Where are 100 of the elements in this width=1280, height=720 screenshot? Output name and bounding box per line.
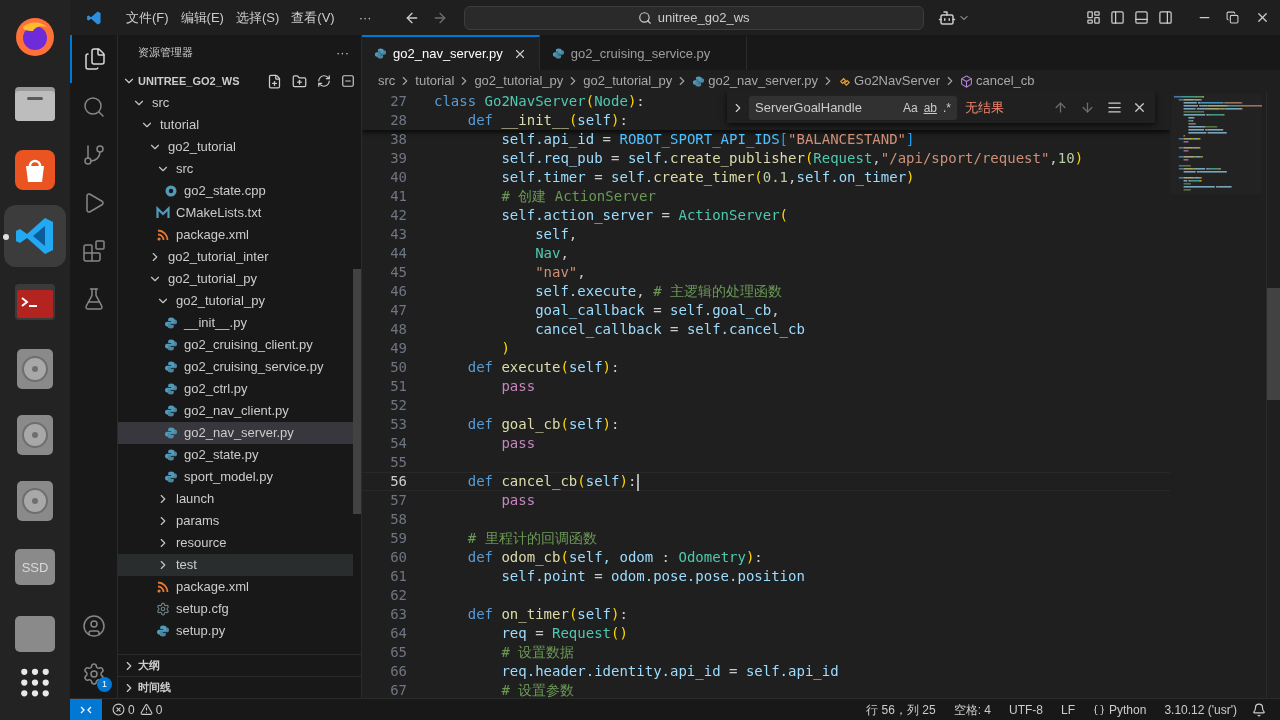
find-option[interactable]: .*	[940, 98, 954, 117]
menu-item[interactable]: 选择(S)	[229, 4, 286, 31]
more-menu[interactable]: ···	[352, 7, 378, 28]
tree-item[interactable]: sport_model.py	[118, 466, 353, 488]
panel-left-icon[interactable]	[1110, 10, 1125, 25]
tree-item[interactable]: setup.cfg	[118, 598, 353, 620]
previous-match-icon[interactable]	[1053, 100, 1068, 115]
find-input[interactable]: ServerGoalHandle Aa ab .*	[749, 95, 957, 120]
breadcrumb-item[interactable]: go2_tutorial_py	[583, 71, 673, 91]
tree-item[interactable]: __init__.py	[118, 312, 353, 334]
tree-item[interactable]: CMakeLists.txt	[118, 202, 353, 224]
tree-item[interactable]: package.xml	[118, 224, 353, 246]
breadcrumb-item[interactable]: go2_tutorial_py	[474, 71, 564, 91]
tree-item[interactable]: test	[118, 554, 353, 576]
apps-grid-icon[interactable]	[19, 666, 51, 698]
next-match-icon[interactable]	[1080, 100, 1095, 115]
scrollbar-thumb[interactable]	[1267, 288, 1280, 400]
command-center-search[interactable]: unitree_go2_ws	[463, 5, 924, 30]
find-option[interactable]: Aa	[899, 98, 921, 117]
rss-file-icon	[156, 580, 170, 594]
code-line: def execute(self):	[466, 358, 620, 377]
tree-item[interactable]: go2_cruising_service.py	[118, 356, 353, 378]
tree-item[interactable]: params	[118, 510, 353, 532]
status-item[interactable]: LF	[1061, 700, 1075, 719]
more-actions[interactable]: ···	[336, 42, 349, 63]
code-line: def __init__(self):	[466, 111, 628, 131]
tree-item[interactable]: go2_state.py	[118, 444, 353, 466]
tree-item[interactable]: resource	[118, 532, 353, 554]
workspace-header[interactable]: UNITREE_GO2_WS	[118, 70, 361, 92]
tree-item[interactable]: go2_tutorial_py	[118, 268, 353, 290]
warning-count[interactable]: 0	[155, 700, 163, 719]
breadcrumb-item[interactable]: Go2NavServer	[854, 71, 941, 91]
code-line: # 设置参数	[500, 681, 575, 698]
breadcrumb-item[interactable]: tutorial	[415, 71, 455, 91]
notifications-icon[interactable]	[1252, 702, 1266, 717]
close-icon[interactable]	[1255, 10, 1270, 25]
tree-item[interactable]: go2_tutorial_py	[118, 290, 353, 312]
python-file-icon	[164, 360, 178, 374]
panel-right-icon[interactable]	[1158, 10, 1173, 25]
status-item[interactable]: Python	[1109, 700, 1147, 719]
tree-item[interactable]: setup.py	[118, 620, 353, 642]
code-line: req = Request()	[500, 624, 628, 643]
python-file-icon	[374, 47, 387, 60]
code-line: # 创建 ActionServer	[500, 187, 656, 206]
tree-item[interactable]: package.xml	[118, 576, 353, 598]
breadcrumb-item[interactable]: src	[378, 71, 396, 91]
scrollbar-thumb[interactable]	[353, 269, 361, 514]
menu-item[interactable]: 文件(F)	[120, 4, 175, 31]
status-item[interactable]: 3.10.12 ('usr')	[1164, 700, 1237, 719]
breadcrumb-item[interactable]: go2_nav_server.py	[708, 71, 819, 91]
line-number: 58	[389, 510, 407, 529]
breadcrumb-item[interactable]: cancel_cb	[976, 71, 1035, 91]
tree-item[interactable]: go2_tutorial	[118, 136, 353, 158]
drive-icon[interactable]	[15, 615, 55, 652]
store-bag-icon[interactable]	[13, 147, 57, 192]
robot-icon[interactable]	[937, 8, 956, 27]
activity-button[interactable]: 1	[70, 650, 118, 698]
editor-tab[interactable]: go2_cruising_service.py	[539, 35, 748, 70]
restore-icon[interactable]	[1226, 11, 1239, 24]
gear-file-icon	[156, 602, 170, 616]
line-number: 56	[389, 472, 407, 491]
line-number: 43	[389, 225, 407, 244]
settings-icon	[82, 662, 106, 686]
warning-icon[interactable]	[139, 703, 153, 716]
line-number: 28	[389, 111, 407, 130]
close-icon[interactable]	[1132, 100, 1147, 115]
new-folder-icon[interactable]	[292, 73, 307, 89]
status-item[interactable]: UTF-8	[1009, 700, 1043, 719]
editor-tab[interactable]: go2_nav_server.py	[362, 35, 540, 70]
tree-item[interactable]: launch	[118, 488, 353, 510]
tree-item[interactable]: go2_cruising_client.py	[118, 334, 353, 356]
collapse-icon[interactable]	[341, 74, 355, 88]
menu-item[interactable]: 查看(V)	[285, 4, 341, 31]
menu-item[interactable]: 编辑(E)	[174, 4, 230, 31]
layout-icon[interactable]	[1086, 10, 1101, 25]
error-count[interactable]: 0	[128, 700, 135, 719]
tree-item[interactable]: src	[118, 158, 353, 180]
tree-item[interactable]: go2_ctrl.py	[118, 378, 353, 400]
tree-item[interactable]: go2_state.cpp	[118, 180, 353, 202]
status-item[interactable]: 空格: 4	[953, 700, 991, 719]
section-header[interactable]: 大纲	[118, 654, 361, 676]
tree-item[interactable]: src	[118, 92, 353, 114]
code-line: def goal_cb(self):	[466, 415, 620, 435]
find-in-selection-icon[interactable]	[1107, 100, 1122, 115]
tree-item[interactable]: go2_nav_client.py	[118, 400, 353, 422]
status-item[interactable]: 行 56，列 25	[866, 700, 936, 719]
tree-item[interactable]: go2_nav_server.py	[118, 422, 353, 444]
tree-item[interactable]: go2_tutorial_inter	[118, 246, 353, 268]
blocks-icon	[82, 239, 106, 263]
panel-bottom-icon[interactable]	[1134, 10, 1149, 25]
python-file-icon	[164, 382, 178, 396]
tree-item[interactable]: tutorial	[118, 114, 353, 136]
code-line: pass	[500, 377, 536, 396]
error-icon[interactable]	[112, 703, 125, 716]
code-line: def odom_cb(self, odom : Odometry):	[466, 548, 763, 568]
new-file-icon[interactable]	[267, 73, 282, 89]
refresh-icon[interactable]	[317, 74, 331, 88]
terminal-icon[interactable]	[13, 282, 57, 323]
drive-label: SSD	[21, 558, 49, 577]
find-option[interactable]: ab	[920, 98, 940, 117]
